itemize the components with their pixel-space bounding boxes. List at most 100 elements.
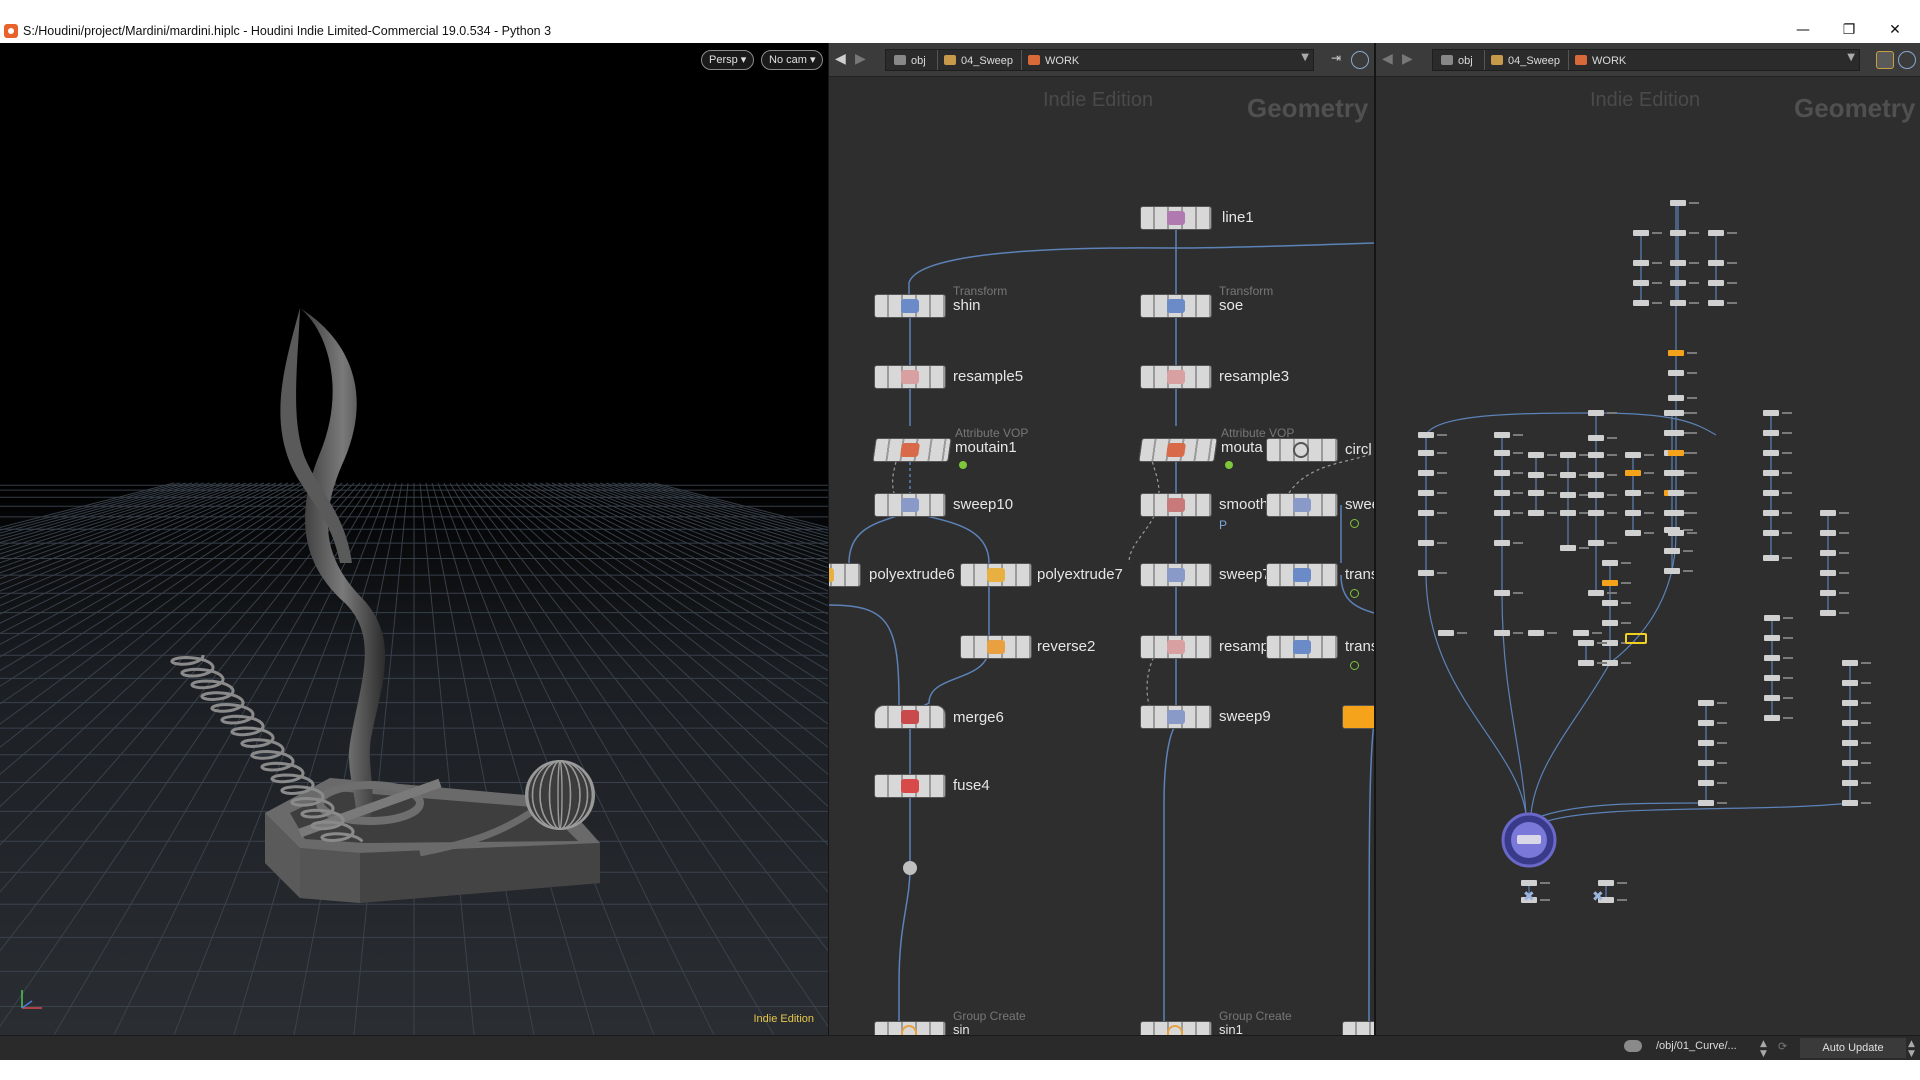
mini-node-label xyxy=(1621,662,1631,664)
mini-node xyxy=(1698,700,1714,706)
smooth-icon xyxy=(1167,498,1185,512)
mini-node xyxy=(1560,472,1576,478)
mini-node xyxy=(1588,510,1604,516)
mini-node-label xyxy=(1579,454,1589,456)
node-sin1[interactable] xyxy=(1140,1021,1212,1035)
cloud-icon[interactable] xyxy=(1624,1040,1642,1052)
node-sweep10[interactable] xyxy=(874,493,946,517)
path-stepper-icon[interactable]: ▲ ▼ xyxy=(1760,1039,1767,1059)
refresh-icon[interactable]: ⟳ xyxy=(1778,1040,1787,1053)
node-circle[interactable] xyxy=(1266,438,1338,462)
mini-node xyxy=(1668,350,1684,356)
mini-node-label xyxy=(1861,662,1871,664)
mini-node xyxy=(1842,660,1858,666)
node-polyextrude7[interactable] xyxy=(960,563,1032,587)
polyextrude-icon xyxy=(829,568,834,582)
mini-node-label xyxy=(1861,742,1871,744)
mini-node-label xyxy=(1579,547,1589,549)
pane-divider[interactable] xyxy=(828,43,829,1035)
mini-node-label xyxy=(1861,802,1871,804)
node-label-trans2: trans xyxy=(1345,638,1374,655)
node-sweep7[interactable] xyxy=(1140,563,1212,587)
svg-text:✖: ✖ xyxy=(1523,889,1535,905)
mini-node-label xyxy=(1437,434,1447,436)
mini-node-label xyxy=(1437,452,1447,454)
mini-node xyxy=(1588,492,1604,498)
mini-node xyxy=(1764,635,1780,641)
node-fuse4[interactable] xyxy=(874,774,946,798)
current-path[interactable]: /obj/01_Curve/... xyxy=(1656,1040,1737,1052)
node-polyextrude6[interactable] xyxy=(829,563,861,587)
mini-node-label xyxy=(1687,512,1697,514)
mini-wire xyxy=(1540,802,1851,824)
mini-node xyxy=(1668,410,1684,416)
selected-output-node[interactable] xyxy=(1501,812,1557,868)
node-moutain1[interactable] xyxy=(872,438,952,462)
scene-viewport[interactable]: Persp ▾ No cam ▾ Indie Edition xyxy=(0,43,828,1035)
mini-node-label xyxy=(1652,262,1662,264)
node-orange-partial[interactable] xyxy=(1342,705,1374,729)
mini-node xyxy=(1764,715,1780,721)
mini-node-label xyxy=(1437,492,1447,494)
mini-node-label xyxy=(1782,412,1792,414)
node-trans1[interactable] xyxy=(1266,563,1338,587)
mini-node xyxy=(1668,490,1684,496)
mini-node xyxy=(1820,590,1836,596)
node-trans2[interactable] xyxy=(1266,635,1338,659)
maximize-button[interactable]: ❐ xyxy=(1826,18,1872,42)
mini-node-label xyxy=(1607,512,1617,514)
mini-node-label xyxy=(1617,899,1627,901)
mini-node xyxy=(1698,760,1714,766)
mini-node-label xyxy=(1687,432,1697,434)
merge-icon xyxy=(901,710,919,724)
node-smooth[interactable] xyxy=(1140,493,1212,517)
mini-node-label xyxy=(1644,492,1654,494)
mini-node-label xyxy=(1513,452,1523,454)
update-mode-button[interactable]: Auto Update xyxy=(1800,1038,1906,1058)
mini-node xyxy=(1670,200,1686,206)
node-resample5[interactable] xyxy=(874,365,946,389)
node-line1[interactable] xyxy=(1140,206,1212,230)
mini-node-label xyxy=(1621,602,1631,604)
mini-wire xyxy=(1425,572,1527,815)
mini-node xyxy=(1494,490,1510,496)
node-resample3[interactable] xyxy=(1140,365,1212,389)
camera-menu[interactable]: No cam ▾ xyxy=(761,50,824,70)
node-swee[interactable] xyxy=(1266,493,1338,517)
mini-node xyxy=(1708,230,1724,236)
node-label-sweep9: sweep9 xyxy=(1219,708,1271,725)
network-editor-left[interactable]: ◀ ▶ obj 04_Sweep WORK ▼ ⇥ Indie Edition … xyxy=(829,43,1374,1035)
node-resamp[interactable] xyxy=(1140,635,1212,659)
node-moutai[interactable] xyxy=(1138,438,1218,462)
close-button[interactable]: ✕ xyxy=(1872,18,1918,42)
node-shin[interactable] xyxy=(874,294,946,318)
status-bar: /obj/01_Curve/... ▲ ▼ ⟳ Auto Update ▲ ▼ xyxy=(0,1035,1920,1060)
mini-node-label xyxy=(1689,202,1699,204)
group-icon xyxy=(901,1025,917,1035)
node-partial[interactable] xyxy=(1342,1021,1374,1035)
mini-node-label xyxy=(1607,437,1617,439)
mini-node-label xyxy=(1513,592,1523,594)
mini-wire xyxy=(1595,412,1717,436)
mini-node xyxy=(1698,800,1714,806)
mini-node xyxy=(1764,695,1780,701)
mini-node xyxy=(1763,430,1779,436)
dot-node[interactable] xyxy=(903,861,917,875)
perspective-menu[interactable]: Persp ▾ xyxy=(701,50,755,70)
mini-node xyxy=(1708,300,1724,306)
mini-node xyxy=(1588,540,1604,546)
node-reverse2[interactable] xyxy=(960,635,1032,659)
mini-node-label xyxy=(1513,492,1523,494)
mini-node-label xyxy=(1689,262,1699,264)
minimize-button[interactable]: — xyxy=(1780,18,1826,42)
node-merge6[interactable] xyxy=(874,705,946,729)
reverse-icon xyxy=(987,640,1005,654)
mini-node xyxy=(1528,630,1544,636)
node-soe[interactable] xyxy=(1140,294,1212,318)
mini-node xyxy=(1668,395,1684,401)
network-editor-right[interactable]: ◀ ▶ obj 04_Sweep WORK ▼ Indie Edition Ge… xyxy=(1376,43,1920,1035)
update-mode-stepper-icon[interactable]: ▲ ▼ xyxy=(1908,1039,1915,1059)
node-sin[interactable] xyxy=(874,1021,946,1035)
node-sweep9[interactable] xyxy=(1140,705,1212,729)
node-label-resample3: resample3 xyxy=(1219,368,1290,385)
